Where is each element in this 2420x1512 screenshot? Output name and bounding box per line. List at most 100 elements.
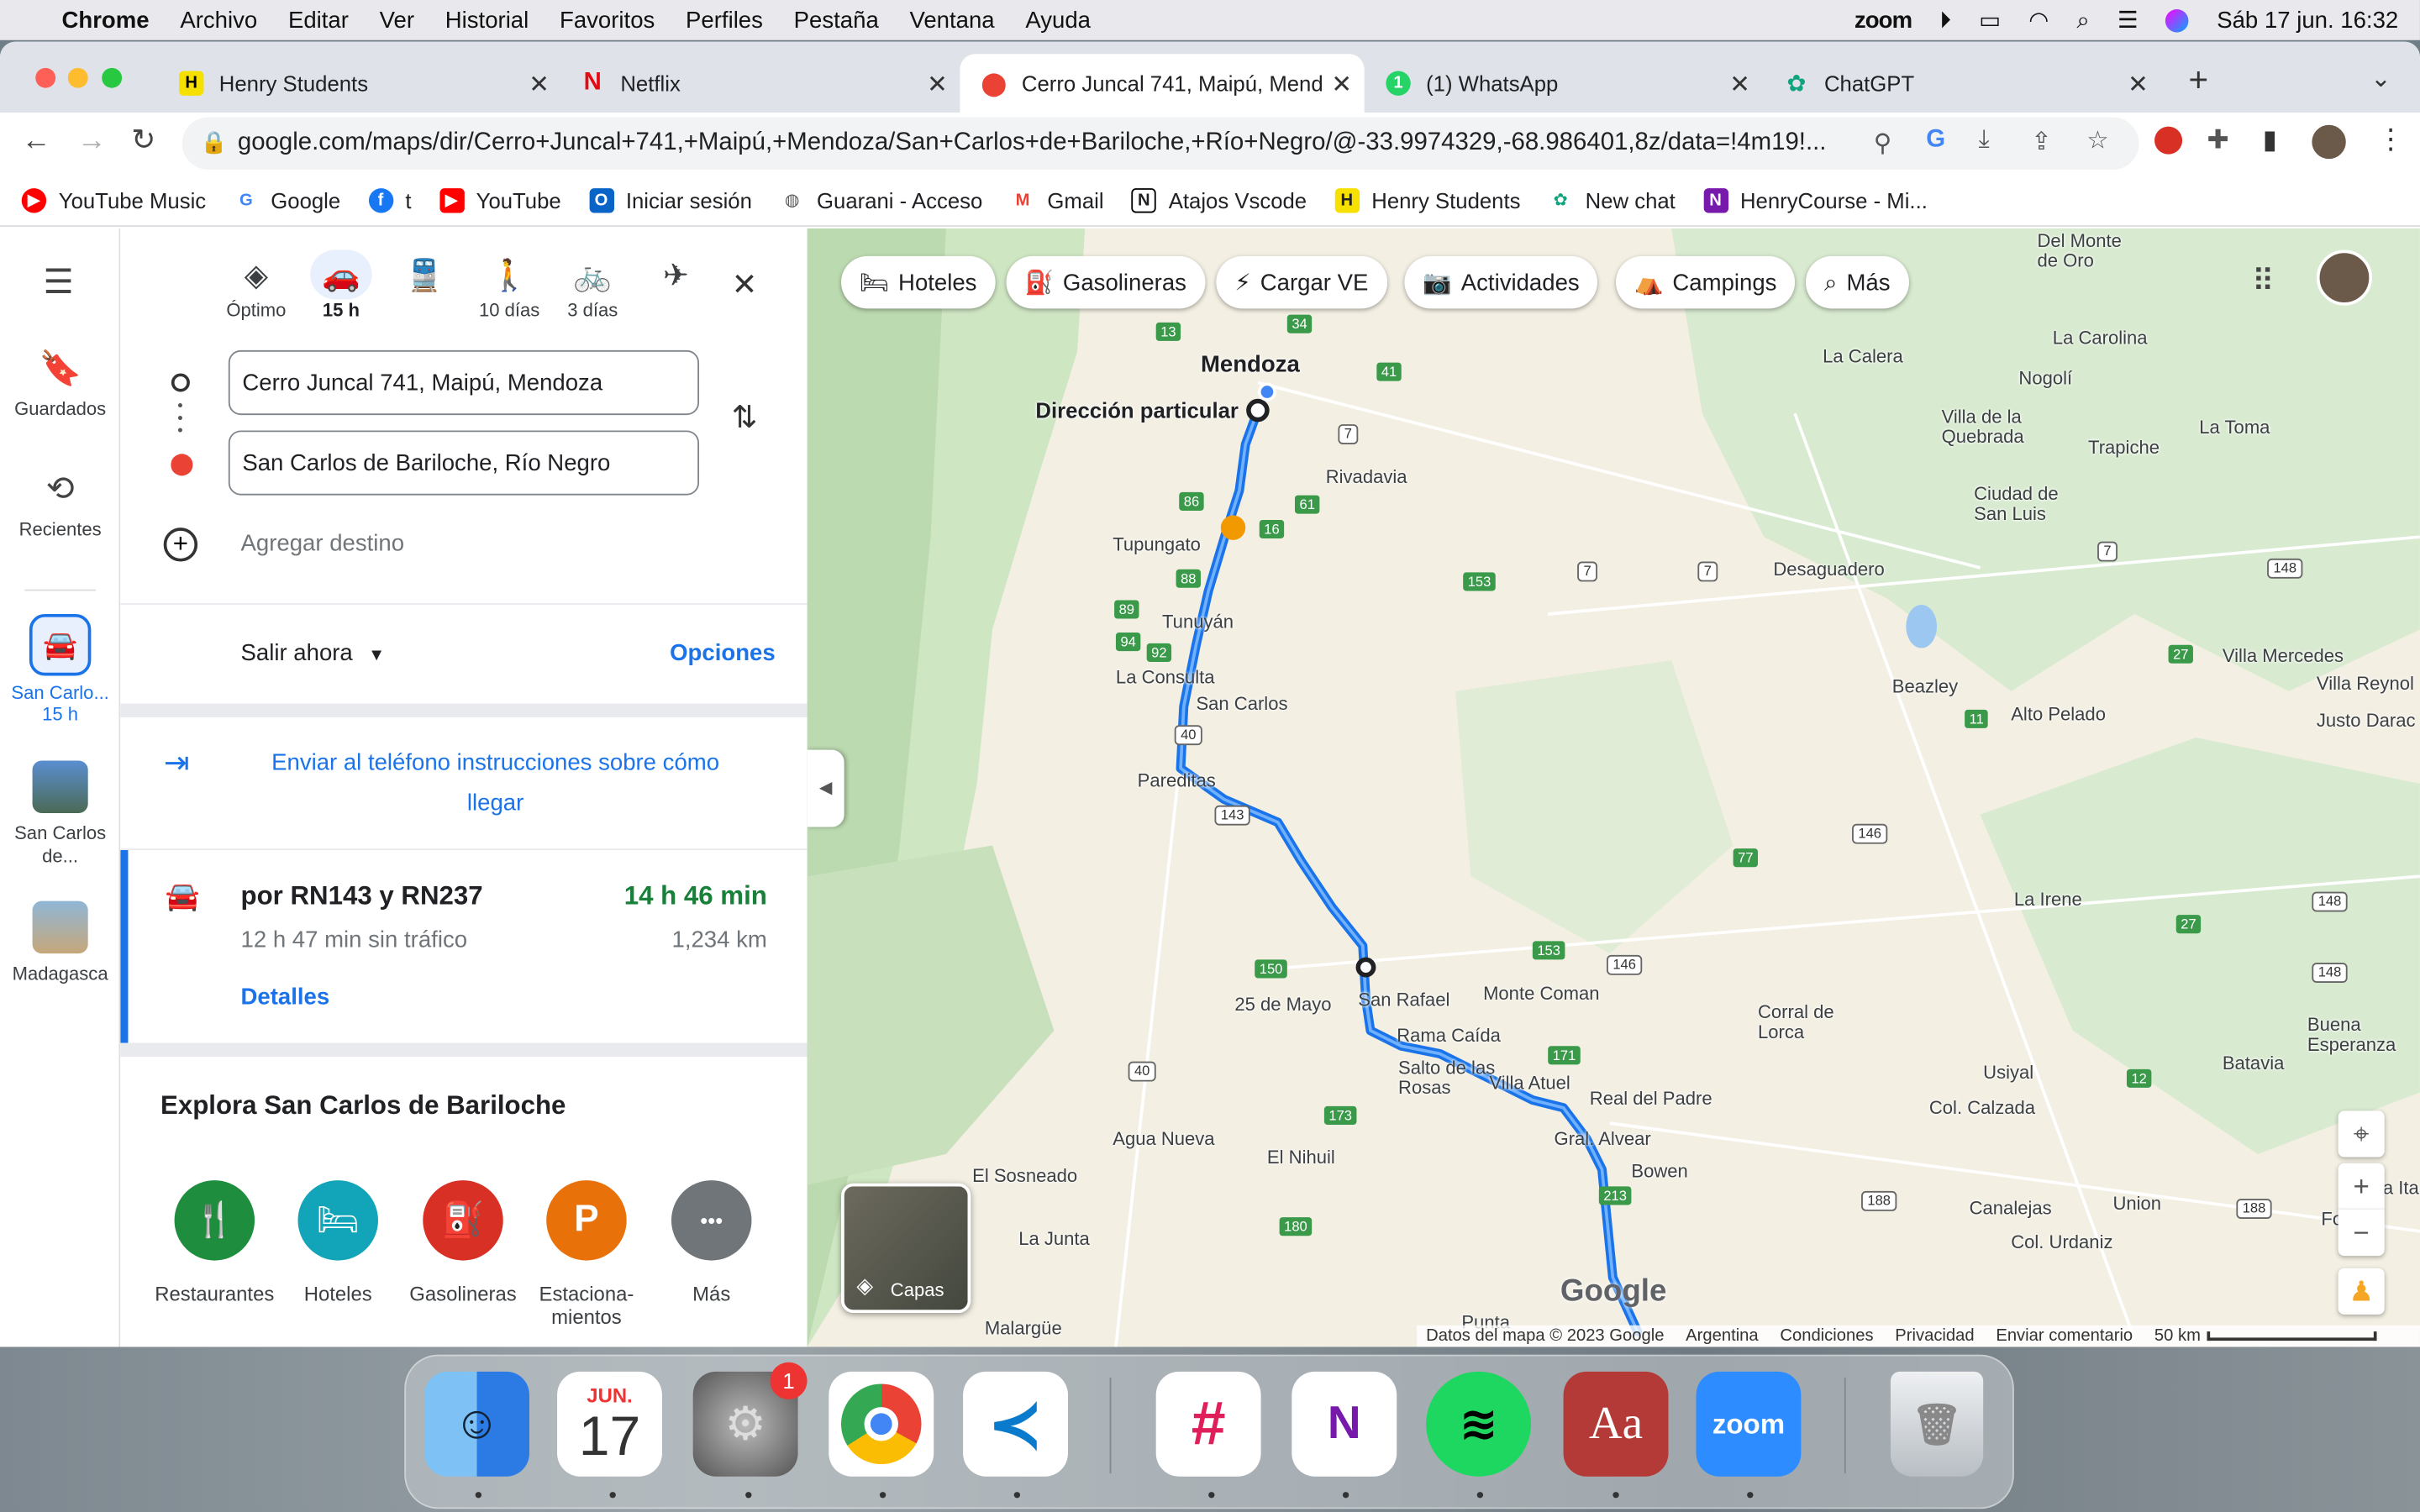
forward-icon[interactable]: → xyxy=(77,125,107,159)
map-label[interactable]: La Junta xyxy=(1018,1228,1090,1250)
play-icon[interactable]: ⏵ xyxy=(1939,7,1951,33)
explore-parking[interactable]: P Estaciona-mientos xyxy=(526,1180,646,1328)
install-icon[interactable]: ⤓ xyxy=(1979,127,1990,155)
bookmark-atajos-vscode[interactable]: N Atajos Vscode xyxy=(1131,187,1307,213)
apps-grid-icon[interactable]: ⠿ xyxy=(2252,262,2275,301)
map-label[interactable]: San Rafael xyxy=(1358,989,1449,1011)
bookmark-facebook[interactable]: ft xyxy=(368,187,412,213)
bookmark-guarani[interactable]: ◍ Guarani - Acceso xyxy=(780,187,982,212)
chip-campings[interactable]: ⛺ Campings xyxy=(1616,255,1796,309)
menu-ayuda[interactable]: Ayuda xyxy=(1025,7,1091,33)
map-canvas[interactable]: Mendoza Dirección particular Rivadavia T… xyxy=(807,228,2420,1347)
dock-zoom[interactable]: zoom xyxy=(1696,1371,1802,1477)
map-label[interactable]: Salto de las Rosas xyxy=(1398,1058,1497,1099)
chip-ev-charging[interactable]: ⚡ Cargar VE xyxy=(1216,255,1387,309)
options-button[interactable]: Opciones xyxy=(670,640,776,666)
map-label[interactable]: Trapiche xyxy=(2088,437,2160,459)
explore-hotels[interactable]: 🛏 Hoteles xyxy=(278,1180,398,1305)
close-tab-icon[interactable]: ✕ xyxy=(1331,70,1352,101)
map-label[interactable]: Villa de la Quebrada xyxy=(1942,407,2050,448)
map-label[interactable]: Pareditas xyxy=(1138,770,1216,792)
minimize-window-button[interactable] xyxy=(67,67,88,88)
map-label[interactable]: La Calera xyxy=(1823,345,1903,367)
tab-whatsapp[interactable]: 1 (1) WhatsApp ✕ xyxy=(1365,54,1763,113)
menu-kebab-icon[interactable]: ⋮ xyxy=(2377,123,2405,156)
chip-activities[interactable]: 📷 Actividades xyxy=(1404,255,1598,309)
mode-flights[interactable]: ✈ xyxy=(645,250,707,300)
map-label[interactable]: Bowen xyxy=(1631,1160,1687,1182)
route-card[interactable]: 🚘 por RN143 y RN237 14 h 46 min 12 h 47 … xyxy=(120,850,807,1043)
zoom-in-button[interactable]: + xyxy=(2338,1163,2385,1210)
send-to-phone-icon[interactable]: ⇥ xyxy=(164,743,190,782)
rail-recent-place[interactable]: Madagasca xyxy=(0,900,120,984)
map-label[interactable]: Desaguadero xyxy=(1773,559,1884,580)
map-label[interactable]: 25 de Mayo xyxy=(1234,994,1331,1016)
menu-ver[interactable]: Ver xyxy=(380,7,414,33)
close-tab-icon[interactable]: ✕ xyxy=(529,70,550,101)
menu-perfiles[interactable]: Perfiles xyxy=(686,7,763,33)
my-location-button[interactable]: ⌖ xyxy=(2338,1110,2385,1158)
back-icon[interactable]: ← xyxy=(22,125,51,159)
battery-icon[interactable]: ▭ xyxy=(1979,6,2001,34)
map-label[interactable]: Justo Darac xyxy=(2317,710,2416,732)
rail-saved[interactable]: 🔖 Guardados xyxy=(0,349,120,419)
map-label[interactable]: Villa Mercedes xyxy=(2223,645,2344,667)
send-to-phone-link[interactable]: Enviar al teléfono instrucciones sobre c… xyxy=(241,743,750,824)
collapse-panel-button[interactable]: ◀ xyxy=(807,749,844,827)
extensions-puzzle-icon[interactable]: ✚ xyxy=(2207,125,2228,156)
zoom-out-button[interactable]: − xyxy=(2338,1209,2385,1257)
chip-gas[interactable]: ⛽ Gasolineras xyxy=(1006,255,1205,309)
bookmark-iniciar-sesion[interactable]: O Iniciar sesión xyxy=(588,187,752,213)
map-label[interactable]: Rivadavia xyxy=(1326,466,1407,488)
mode-best[interactable]: ◈ Óptimo xyxy=(225,250,287,321)
explore-more[interactable]: ••• Más xyxy=(651,1180,771,1305)
spotlight-icon[interactable]: ⌕ xyxy=(2076,7,2089,33)
rail-recent-route[interactable]: 🚘 San Carlo... 15 h xyxy=(0,614,120,725)
tab-google-maps[interactable]: ⬤ Cerro Juncal 741, Maipú, Mend ✕ xyxy=(960,54,1365,113)
tab-netflix[interactable]: N Netflix ✕ xyxy=(559,54,960,113)
control-center-icon[interactable]: ☰ xyxy=(2118,6,2139,34)
location-icon[interactable]: ⚲ xyxy=(1874,128,1892,159)
rail-recent-place[interactable]: San Carlos de... xyxy=(0,760,120,869)
tab-chatgpt[interactable]: ✿ ChatGPT ✕ xyxy=(1763,54,2161,113)
map-label[interactable]: Ciudad de San Luis xyxy=(1974,484,2066,525)
map-label[interactable]: Villa Atuel xyxy=(1489,1073,1570,1095)
layers-button[interactable]: ◈ Capas xyxy=(841,1183,971,1314)
explore-gas[interactable]: ⛽ Gasolineras xyxy=(402,1180,523,1305)
menu-favoritos[interactable]: Favoritos xyxy=(560,7,655,33)
close-tab-icon[interactable]: ✕ xyxy=(1729,70,1750,101)
zoom-status-icon[interactable]: zoom xyxy=(1854,7,1912,33)
dock-spotify[interactable]: ≋ xyxy=(1426,1371,1532,1477)
menu-pestana[interactable]: Pestaña xyxy=(794,7,879,33)
tab-search-chevron-icon[interactable]: ⌄ xyxy=(2370,63,2391,94)
menu-editar[interactable]: Editar xyxy=(288,7,349,33)
origin-input[interactable]: Cerro Juncal 741, Maipú, Mendoza xyxy=(228,349,700,416)
bookmark-google[interactable]: G Google xyxy=(234,187,340,212)
route-details-link[interactable]: Detalles xyxy=(241,984,330,1011)
dock-trash[interactable]: 🗑 xyxy=(1890,1371,1984,1477)
maximize-window-button[interactable] xyxy=(102,67,123,88)
close-tab-icon[interactable]: ✕ xyxy=(2128,70,2149,101)
depart-time-dropdown[interactable]: Salir ahora ▼ xyxy=(241,640,386,666)
account-avatar[interactable] xyxy=(2316,249,2373,306)
map-label[interactable]: Rama Caída xyxy=(1397,1025,1501,1047)
scale-bar[interactable]: 50 km xyxy=(2154,1327,2377,1346)
map-label-mendoza[interactable]: Mendoza xyxy=(1201,352,1300,378)
siri-icon[interactable] xyxy=(2165,8,2190,32)
close-tab-icon[interactable]: ✕ xyxy=(927,70,948,101)
mode-transit[interactable]: 🚆 xyxy=(393,250,455,300)
bookmark-gmail[interactable]: M Gmail xyxy=(1010,187,1104,212)
map-label[interactable]: Monte Coman xyxy=(1483,983,1599,1005)
map-label[interactable]: Usiyal xyxy=(1983,1062,2033,1084)
bookmark-youtube[interactable]: ▶ YouTube xyxy=(439,187,561,213)
map-label[interactable]: Agua Nueva xyxy=(1113,1128,1214,1150)
map-label[interactable]: Col. Calzada xyxy=(1929,1097,2035,1119)
map-label[interactable]: La Irene xyxy=(2014,889,2082,911)
pegman-button[interactable]: ♟ xyxy=(2338,1268,2385,1315)
bookmark-star-icon[interactable]: ☆ xyxy=(2086,125,2108,156)
map-label[interactable]: San Carlos xyxy=(1196,693,1287,715)
map-label[interactable]: Alto Pelado xyxy=(2011,704,2106,726)
map-label[interactable]: El Sosneado xyxy=(972,1165,1077,1187)
mode-driving[interactable]: 🚗 15 h xyxy=(310,249,372,321)
map-label[interactable]: La Carolina xyxy=(2053,327,2148,349)
